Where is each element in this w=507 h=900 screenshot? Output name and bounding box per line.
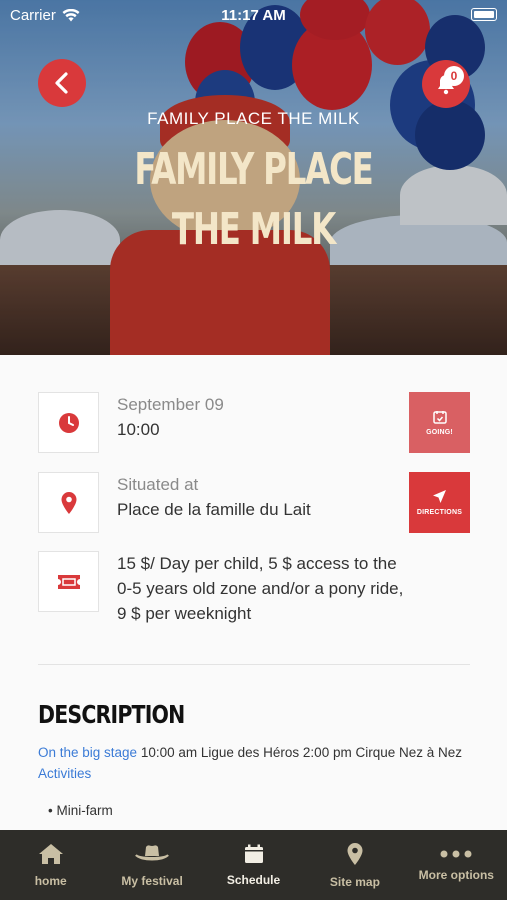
- location-label: Situated at: [117, 475, 199, 494]
- tab-label: My festival: [121, 873, 183, 888]
- going-label: GOING!: [426, 428, 453, 436]
- tab-site-map[interactable]: Site map: [304, 830, 405, 900]
- chevron-left-icon: [55, 72, 68, 94]
- directions-button[interactable]: DIRECTIONS: [409, 472, 470, 533]
- map-pin-icon: [61, 491, 76, 514]
- description-text: On the big stage 10:00 am Ligue des Héro…: [38, 742, 470, 784]
- calendar-check-icon: [432, 410, 447, 424]
- date-icon-box: [38, 392, 99, 453]
- divider: [38, 664, 470, 665]
- notification-count-badge: 0: [444, 66, 464, 86]
- list-item: • Mini-farm: [48, 803, 113, 818]
- event-subtitle: FAMILY PLACE THE MILK: [147, 109, 360, 128]
- activities-link[interactable]: Activities: [38, 766, 91, 781]
- pricing-text: 15 $/ Day per child, 5 $ access to the 0…: [117, 554, 404, 623]
- tab-my-festival[interactable]: My festival: [101, 830, 202, 900]
- tab-label: Schedule: [226, 872, 281, 887]
- pricing-icon-box: [38, 551, 99, 612]
- navigation-arrow-icon: [433, 490, 446, 503]
- tab-label: More options: [418, 867, 494, 882]
- cowboy-hat-icon: [135, 844, 170, 860]
- event-time: 10:00: [117, 420, 160, 439]
- directions-label: DIRECTIONS: [416, 509, 463, 516]
- status-bar: Carrier 11:17 AM: [0, 0, 507, 30]
- battery-icon: [471, 8, 497, 21]
- back-button[interactable]: [38, 59, 86, 107]
- big-stage-link[interactable]: On the big stage: [38, 745, 137, 760]
- calendar-icon: [244, 844, 263, 863]
- location-row: Situated at Place de la famille du Lait …: [38, 472, 470, 533]
- tab-bar: home My festival Schedule Site map More …: [0, 830, 507, 900]
- location-icon-box: [38, 472, 99, 533]
- clock-icon: [58, 412, 79, 433]
- location-place: Place de la famille du Lait: [117, 500, 311, 519]
- event-title: FAMILY PLACE THE MILK: [134, 144, 373, 255]
- description-heading: DESCRIPTION: [38, 700, 185, 729]
- event-date: September 09: [117, 395, 224, 414]
- clock: 11:17 AM: [221, 6, 286, 24]
- date-row: September 09 10:00 GOING!: [38, 392, 470, 453]
- tab-schedule[interactable]: Schedule: [203, 830, 304, 900]
- pricing-row: 15 $/ Day per child, 5 $ access to the 0…: [38, 551, 470, 631]
- date-info: September 09 10:00: [117, 392, 387, 442]
- more-icon: [440, 850, 472, 857]
- map-pin-icon: [347, 842, 363, 865]
- home-icon: [38, 843, 63, 864]
- notifications-button[interactable]: 0: [422, 60, 470, 108]
- description-schedule-text: 10:00 am Ligue des Héros 2:00 pm Cirque …: [137, 745, 463, 760]
- going-button[interactable]: GOING!: [409, 392, 470, 453]
- location-info: Situated at Place de la famille du Lait: [117, 472, 387, 522]
- tab-home[interactable]: home: [0, 830, 101, 900]
- ticket-icon: [57, 574, 80, 589]
- tab-more-options[interactable]: More options: [406, 830, 507, 900]
- tab-label: Site map: [329, 874, 380, 889]
- tab-label: home: [34, 873, 67, 888]
